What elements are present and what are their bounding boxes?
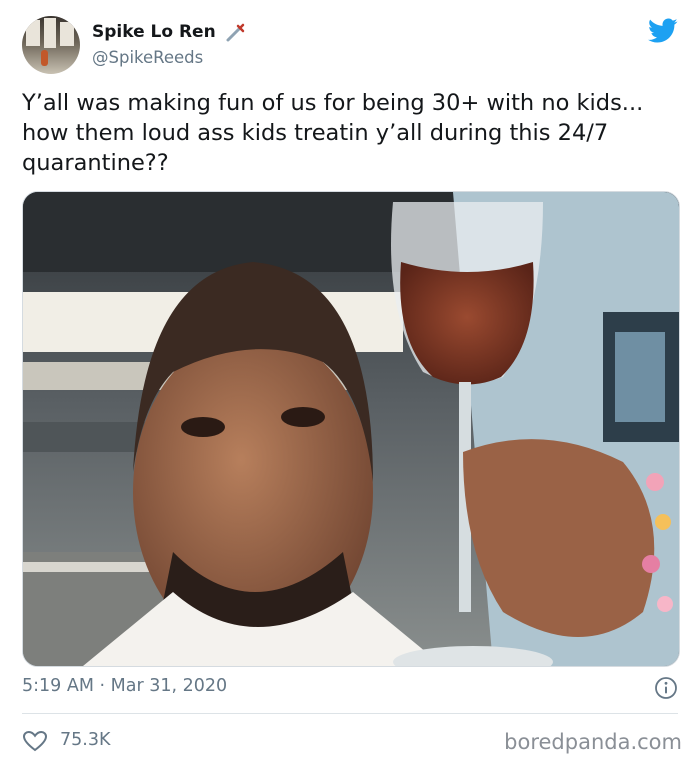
twitter-bird-icon[interactable]	[648, 18, 678, 44]
author-handle[interactable]: @SpikeReeds	[92, 48, 203, 67]
tweet-timestamp[interactable]: 5:19 AM · Mar 31, 2020	[22, 676, 227, 696]
photo-illustration	[23, 192, 679, 666]
info-icon[interactable]	[654, 676, 678, 700]
divider	[22, 713, 678, 714]
heart-icon[interactable]	[22, 730, 48, 752]
dagger-icon	[226, 23, 245, 42]
like-count[interactable]: 75.3K	[60, 730, 110, 750]
watermark: boredpanda.com	[504, 730, 682, 754]
author-avatar[interactable]	[22, 16, 80, 74]
tweet-text: Y’all was making fun of us for being 30+…	[22, 90, 644, 176]
tweet-photo[interactable]	[22, 191, 680, 667]
author-name[interactable]: Spike Lo Ren	[92, 22, 216, 42]
